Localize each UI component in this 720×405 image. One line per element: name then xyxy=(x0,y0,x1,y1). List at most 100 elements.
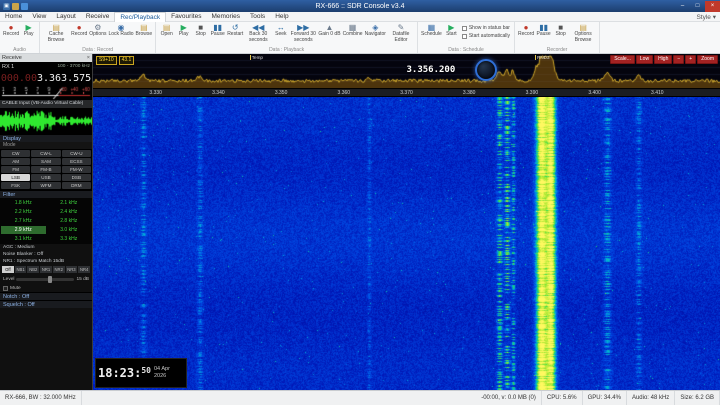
filter-option-2-4-khz[interactable]: 2.4 kHz xyxy=(47,208,92,216)
mode-button-fsk[interactable]: FSK xyxy=(1,182,31,189)
schedule-button[interactable]: ▦ Schedule xyxy=(420,23,443,38)
menu-tab-receive[interactable]: Receive xyxy=(81,12,114,22)
menu-tab-layout[interactable]: Layout xyxy=(51,12,81,22)
record-button[interactable]: ● Record xyxy=(2,23,20,38)
spectrum-low-button[interactable]: Low xyxy=(635,55,654,64)
audio-device-label[interactable]: CABLE Input (VB-Audio Virtual Cable) xyxy=(0,100,92,108)
mode-button-usb[interactable]: USB xyxy=(31,174,61,181)
start-button[interactable]: ▶ Start xyxy=(443,23,460,38)
undo-icon[interactable] xyxy=(21,2,28,10)
forward-30-seconds-button[interactable]: ▶▶ Forward 30 seconds xyxy=(289,23,317,43)
checkbox-start-automatically[interactable]: Start automatically xyxy=(461,33,510,39)
menu-tab-tools[interactable]: Tools xyxy=(245,12,270,22)
mode-button-dsb[interactable]: DSB xyxy=(61,174,91,181)
browse-button[interactable]: ▤ Browse xyxy=(135,23,154,38)
status-device-info: RX-666, BW : 32.000 MHz xyxy=(0,390,82,405)
mode-button-sam[interactable]: SAM xyxy=(31,158,61,165)
maximize-button[interactable]: □ xyxy=(690,1,705,12)
filter-option-2-2-khz[interactable]: 2.2 kHz xyxy=(1,208,46,216)
display-section-header[interactable]: Display xyxy=(0,134,92,142)
open-button[interactable]: ▤ Open xyxy=(158,23,175,38)
close-pane-icon[interactable]: × xyxy=(87,55,90,61)
restart-button[interactable]: ↺ Restart xyxy=(226,23,244,38)
options-button[interactable]: ⚙ Options xyxy=(88,23,107,38)
spectrum-zoom-button[interactable]: Zoom xyxy=(697,55,718,64)
spectrum-scale-button[interactable]: Scale... xyxy=(610,55,635,64)
mode-button-cw-l[interactable]: CW-L xyxy=(31,150,61,157)
filter-option-2-8-khz[interactable]: 2.8 kHz xyxy=(47,217,92,225)
mode-button-cw-u[interactable]: CW-U xyxy=(61,150,91,157)
menu-tab-help[interactable]: Help xyxy=(270,12,293,22)
play-button[interactable]: ▶ Play xyxy=(175,23,192,38)
level-slider-thumb[interactable] xyxy=(48,275,53,283)
close-button[interactable]: × xyxy=(705,0,720,12)
waterfall-canvas[interactable] xyxy=(93,97,720,390)
mode-button-drm[interactable]: DRM xyxy=(61,182,91,189)
radio-setting-noise-blanker[interactable]: Noise Blanker : Off xyxy=(0,251,92,258)
minimize-button[interactable]: – xyxy=(675,1,690,12)
nr-button-nr4[interactable]: NR4 xyxy=(78,266,91,273)
mode-button-fm-w[interactable]: FM-W xyxy=(61,166,91,173)
mode-button-ecss[interactable]: ECSS xyxy=(61,158,91,165)
spectrum--button[interactable]: + xyxy=(685,55,697,64)
seek-button[interactable]: ↔ Seek xyxy=(272,23,289,38)
filter-option-2-7-khz[interactable]: 2.7 kHz xyxy=(1,217,46,225)
pause-button[interactable]: ▮▮ Pause xyxy=(209,23,226,38)
combine-button[interactable]: ▦ Combine xyxy=(342,23,364,38)
mode-button-am[interactable]: AM xyxy=(1,158,31,165)
mode-button-fm[interactable]: FM xyxy=(1,166,31,173)
nr-button-nr2[interactable]: NR2 xyxy=(52,266,65,273)
filter-option-3-3-khz[interactable]: 3.3 kHz xyxy=(47,235,92,243)
filter-option-2-9-khz[interactable]: 2.9 kHz xyxy=(1,226,46,234)
level-label: Level xyxy=(3,276,15,282)
stop-button[interactable]: ■ Stop xyxy=(552,23,569,38)
gain-0-db-button[interactable]: ▲ Gain 0 dB xyxy=(317,23,341,38)
filter-option-1-8-khz[interactable]: 1.8 kHz xyxy=(1,199,46,207)
save-icon[interactable] xyxy=(12,2,19,10)
style-dropdown[interactable]: Style ▾ xyxy=(696,13,716,21)
nr-button-nb1[interactable]: NB1 xyxy=(14,266,27,273)
menu-tab-memories[interactable]: Memories xyxy=(206,12,245,22)
filter-section-header[interactable]: Filter xyxy=(0,190,92,198)
back-30-seconds-button[interactable]: ◀◀ Back 30 seconds xyxy=(244,23,272,43)
mode-button-cw[interactable]: CW xyxy=(1,150,31,157)
record-button[interactable]: ● Record xyxy=(70,23,88,38)
record-button[interactable]: ● Record xyxy=(517,23,535,38)
menu-tab-view[interactable]: View xyxy=(27,12,51,22)
filter-option-3-1-khz[interactable]: 3.1 kHz xyxy=(1,235,46,243)
spectrum-high-button[interactable]: High xyxy=(654,55,673,64)
menu-tab-favourites[interactable]: Favourites xyxy=(166,12,206,22)
radio-setting-agc[interactable]: AGC : Medium xyxy=(0,244,92,251)
squelch-section-header[interactable]: Squelch : Off xyxy=(0,300,92,308)
level-slider[interactable] xyxy=(16,275,75,283)
nr-button-nr3[interactable]: NR3 xyxy=(65,266,78,273)
nr-button-nr1[interactable]: NR1 xyxy=(40,266,52,273)
options-browse-button[interactable]: ▤ Options Browse xyxy=(569,23,597,43)
datafile-editor-button[interactable]: ✎ Datafile Editor xyxy=(387,23,415,43)
frequency-display[interactable]: 000.00 3.363.575 xyxy=(0,71,92,86)
mode-button-fm-b[interactable]: FM-B xyxy=(31,166,61,173)
play-button[interactable]: ▶ Play xyxy=(20,23,37,38)
menu-tab-rec-playback[interactable]: Rec/Playback xyxy=(114,11,167,22)
radio-setting-nr1[interactable]: NR1 : Spectrum Match 15dB xyxy=(0,258,92,265)
filter-option-2-1-khz[interactable]: 2.1 kHz xyxy=(47,199,92,207)
notch-section-header[interactable]: Notch : Off xyxy=(0,292,92,300)
filter-option-3-0-khz[interactable]: 3.0 kHz xyxy=(47,226,92,234)
pause-button[interactable]: ▮▮ Pause xyxy=(535,23,552,38)
navigator-button[interactable]: ◈ Navigator xyxy=(364,23,387,38)
mode-button-lsb[interactable]: LSB xyxy=(1,174,31,181)
mute-checkbox[interactable] xyxy=(3,285,8,291)
menu-tab-home[interactable]: Home xyxy=(0,12,27,22)
checkbox-show-in-status-bar[interactable]: Show in status bar xyxy=(461,25,510,31)
cache-browse-button[interactable]: ▤ Cache Browse xyxy=(42,23,70,43)
mode-button-wfm[interactable]: WFM xyxy=(31,182,61,189)
stop-button[interactable]: ■ Stop xyxy=(192,23,209,38)
nr-button-nb2[interactable]: NB2 xyxy=(27,266,40,273)
nr-button-off[interactable]: Off xyxy=(2,266,14,273)
lock-radio-button[interactable]: ◉ Lock Radio xyxy=(107,23,134,38)
spectrum--button[interactable]: − xyxy=(673,55,685,64)
spectrum-marker-rnd3[interactable]: RND3 xyxy=(535,55,550,60)
frequency-ruler[interactable]: 3.330 3.340 3.350 3.360 3.370 3.380 3.390 3.400… xyxy=(93,88,720,97)
rx-label[interactable]: RX 1 xyxy=(2,64,14,70)
spectrum-marker-temp[interactable]: Temp xyxy=(250,55,263,60)
